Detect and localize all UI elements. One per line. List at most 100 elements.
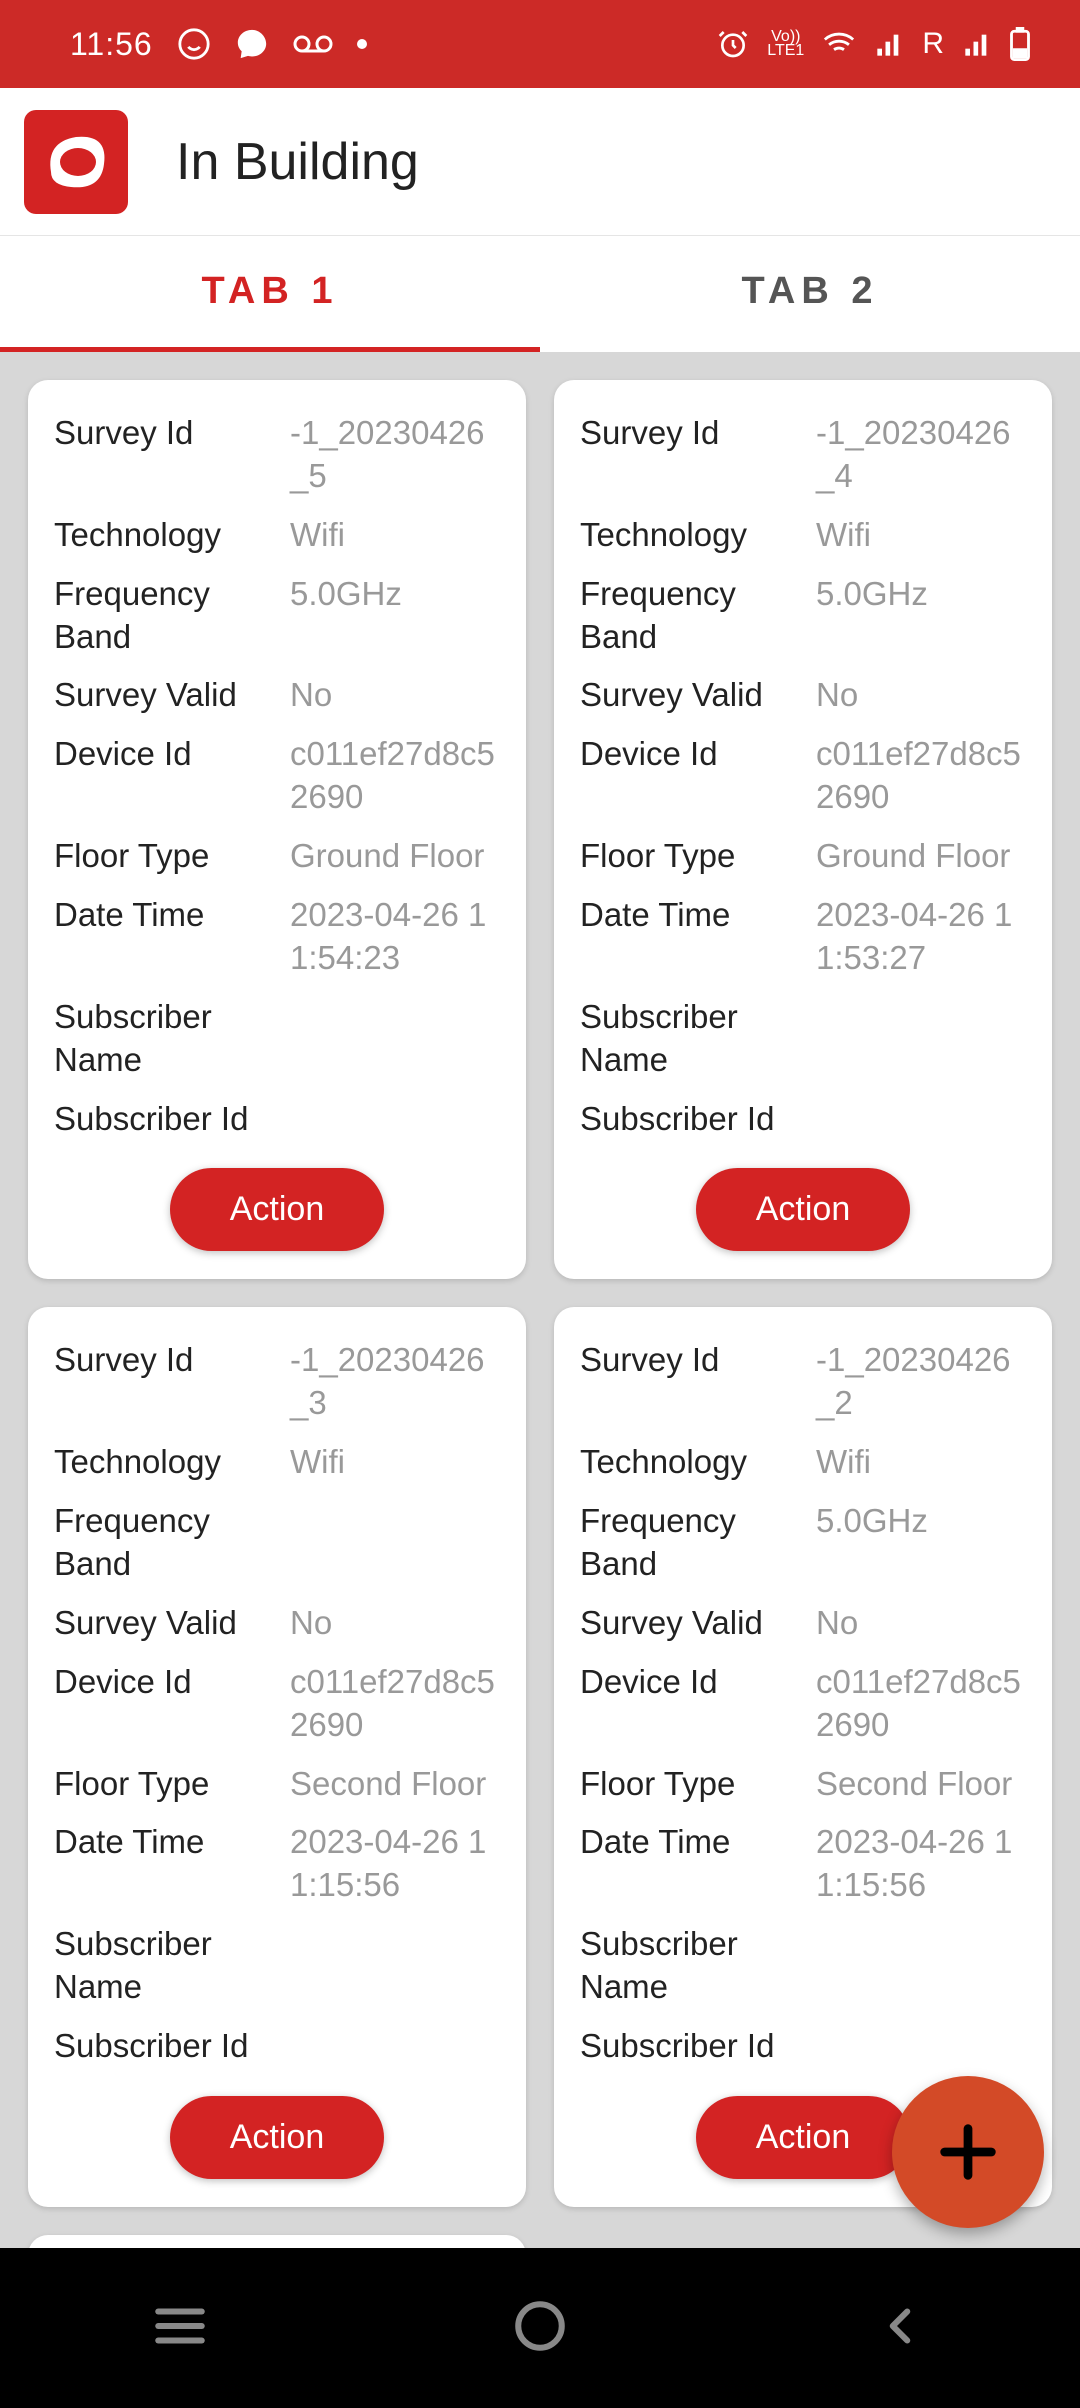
survey-card: Survey Id-1_20230426_3 TechnologyWifi Fr… <box>28 1307 526 2206</box>
label-survey-valid: Survey Valid <box>54 1602 290 1645</box>
value-date-time: 2023-04-26 11:54:23 <box>290 894 500 980</box>
value-frequency-band <box>290 1500 500 1586</box>
label-subscriber-name: Subscriber Name <box>54 1923 290 2009</box>
action-button[interactable]: Action <box>696 2096 911 2179</box>
value-date-time: 2023-04-26 11:53:27 <box>816 894 1026 980</box>
label-device-id: Device Id <box>580 1661 816 1747</box>
value-subscriber-id <box>816 1098 1026 1141</box>
label-subscriber-id: Subscriber Id <box>54 2025 290 2068</box>
value-subscriber-name <box>290 996 500 1082</box>
status-clock: 11:56 <box>70 26 153 63</box>
add-fab[interactable] <box>892 2076 1044 2228</box>
label-subscriber-id: Subscriber Id <box>54 1098 290 1141</box>
label-survey-valid: Survey Valid <box>580 1602 816 1645</box>
signal2-icon <box>962 30 992 58</box>
survey-card: Survey Id-1_20230426_2 TechnologyWifi Fr… <box>554 1307 1052 2206</box>
value-survey-valid: No <box>290 1602 500 1645</box>
voicemail-icon <box>293 33 333 55</box>
value-floor-type: Second Floor <box>290 1763 500 1806</box>
value-subscriber-name <box>290 1923 500 2009</box>
action-button[interactable]: Action <box>170 1168 385 1251</box>
label-survey-id: Survey Id <box>54 412 290 498</box>
value-floor-type: Ground Floor <box>290 835 500 878</box>
tabs: TAB 1 TAB 2 <box>0 236 1080 352</box>
value-device-id: c011ef27d8c52690 <box>816 1661 1026 1747</box>
label-subscriber-name: Subscriber Name <box>580 1923 816 2009</box>
value-subscriber-name <box>816 996 1026 1082</box>
tab-1[interactable]: TAB 1 <box>0 236 540 352</box>
value-frequency-band: 5.0GHz <box>816 573 1026 659</box>
label-floor-type: Floor Type <box>54 835 290 878</box>
app-header: In Building <box>0 88 1080 236</box>
value-technology: Wifi <box>290 514 500 557</box>
battery-icon <box>1010 27 1030 61</box>
system-nav-bar <box>0 2248 1080 2408</box>
label-subscriber-name: Subscriber Name <box>54 996 290 1082</box>
value-survey-id: -1_20230426_2 <box>816 1339 1026 1425</box>
value-subscriber-id <box>816 2025 1026 2068</box>
label-floor-type: Floor Type <box>580 835 816 878</box>
label-survey-valid: Survey Valid <box>580 674 816 717</box>
label-technology: Technology <box>54 514 290 557</box>
nav-recent[interactable] <box>151 2297 209 2360</box>
value-floor-type: Second Floor <box>816 1763 1026 1806</box>
label-survey-id: Survey Id <box>580 412 816 498</box>
value-subscriber-id <box>290 2025 500 2068</box>
app-logo <box>24 110 128 214</box>
chat-icon <box>235 27 269 61</box>
signal-icon <box>874 30 904 58</box>
label-survey-id: Survey Id <box>54 1339 290 1425</box>
label-technology: Technology <box>580 514 816 557</box>
value-survey-id: -1_20230426_4 <box>816 412 1026 498</box>
roaming-indicator: R <box>922 27 944 61</box>
label-subscriber-name: Subscriber Name <box>580 996 816 1082</box>
value-device-id: c011ef27d8c52690 <box>816 733 1026 819</box>
alarm-icon <box>717 28 749 60</box>
wifi-icon <box>822 27 856 61</box>
label-device-id: Device Id <box>580 733 816 819</box>
label-date-time: Date Time <box>580 894 816 980</box>
label-frequency-band: Frequency Band <box>54 1500 290 1586</box>
value-survey-valid: No <box>290 674 500 717</box>
nav-home[interactable] <box>511 2297 569 2360</box>
value-subscriber-name <box>816 1923 1026 2009</box>
value-date-time: 2023-04-26 11:15:56 <box>290 1821 500 1907</box>
survey-card: Survey Id-1_20230426_4 TechnologyWifi Fr… <box>554 380 1052 1279</box>
label-floor-type: Floor Type <box>580 1763 816 1806</box>
status-bar: 11:56 Vo)) LTE1 R <box>0 0 1080 88</box>
label-date-time: Date Time <box>580 1821 816 1907</box>
label-floor-type: Floor Type <box>54 1763 290 1806</box>
value-survey-valid: No <box>816 1602 1026 1645</box>
value-technology: Wifi <box>816 514 1026 557</box>
value-frequency-band: 5.0GHz <box>290 573 500 659</box>
value-floor-type: Ground Floor <box>816 835 1026 878</box>
label-technology: Technology <box>54 1441 290 1484</box>
value-device-id: c011ef27d8c52690 <box>290 733 500 819</box>
nav-back[interactable] <box>871 2297 929 2360</box>
value-survey-id: -1_20230426_3 <box>290 1339 500 1425</box>
page-title: In Building <box>176 132 419 192</box>
label-frequency-band: Frequency Band <box>580 1500 816 1586</box>
value-date-time: 2023-04-26 11:15:56 <box>816 1821 1026 1907</box>
label-technology: Technology <box>580 1441 816 1484</box>
action-button[interactable]: Action <box>170 2096 385 2179</box>
card-grid: Survey Id-1_20230426_5 TechnologyWifi Fr… <box>0 352 1080 2374</box>
label-survey-id: Survey Id <box>580 1339 816 1425</box>
label-date-time: Date Time <box>54 1821 290 1907</box>
value-device-id: c011ef27d8c52690 <box>290 1661 500 1747</box>
value-subscriber-id <box>290 1098 500 1141</box>
value-technology: Wifi <box>816 1441 1026 1484</box>
label-date-time: Date Time <box>54 894 290 980</box>
label-device-id: Device Id <box>54 1661 290 1747</box>
value-survey-valid: No <box>816 674 1026 717</box>
value-technology: Wifi <box>290 1441 500 1484</box>
whatsapp-icon <box>177 27 211 61</box>
dot-icon <box>357 39 367 49</box>
label-subscriber-id: Subscriber Id <box>580 1098 816 1141</box>
label-survey-valid: Survey Valid <box>54 674 290 717</box>
label-frequency-band: Frequency Band <box>580 573 816 659</box>
tab-2[interactable]: TAB 2 <box>540 236 1080 352</box>
volte-icon: Vo)) LTE1 <box>767 30 804 59</box>
label-frequency-band: Frequency Band <box>54 573 290 659</box>
action-button[interactable]: Action <box>696 1168 911 1251</box>
